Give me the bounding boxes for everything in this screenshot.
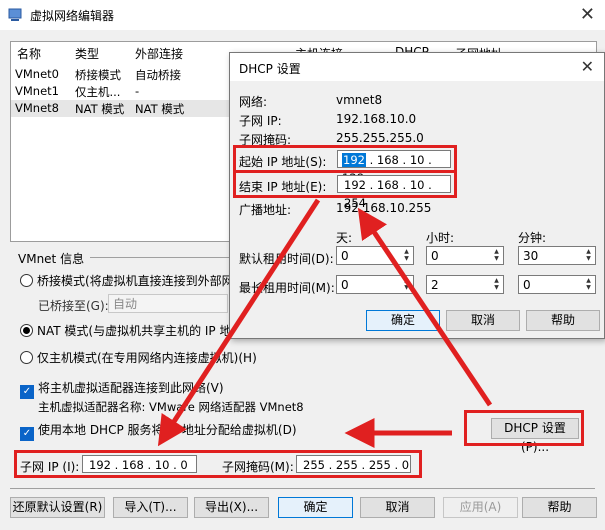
import-button[interactable]: 导入(T)... [113,497,188,518]
column-header-type[interactable]: 类型 [75,45,99,62]
use-dhcp-label: 使用本地 DHCP 服务将 IP 地址分配给虚拟机(D) [38,423,297,437]
column-header-external[interactable]: 外部连接 [135,45,183,62]
column-header-name[interactable]: 名称 [17,45,41,62]
dhcp-subnet-ip-label: 子网 IP: [239,114,282,128]
spinner-value: 0 [341,249,349,263]
highlight-box-subnet [14,450,422,478]
connect-adapter-label: 将主机虚拟适配器连接到此网络(V) [38,381,224,395]
dhcp-settings-dialog: DHCP 设置 ✕ 网络: vmnet8 子网 IP: 192.168.10.0… [229,52,605,339]
row-type: NAT 模式 [75,102,125,116]
spinner-value: 0 [523,278,531,292]
spinner-value: 2 [431,278,439,292]
highlight-box-end-ip [233,170,457,198]
host-only-radio[interactable]: 仅主机模式(在专用网络内连接虚拟机)(H) [20,349,257,366]
max-lease-hours-spinner[interactable]: 2 ▲ ▼ [426,275,504,294]
title-bar: 虚拟网络编辑器 ✕ [0,0,605,30]
max-lease-days-spinner[interactable]: 0 ▲ ▼ [336,275,414,294]
max-lease-label: 最长租用时间(M): [239,281,335,295]
checkmark-icon: ✓ [20,427,34,441]
spinner-arrows-icon[interactable]: ▲ ▼ [401,248,412,263]
default-lease-label: 默认租用时间(D): [239,252,334,266]
adapter-name-label: 主机虚拟适配器名称: VMware 网络适配器 VMnet8 [38,400,304,414]
row-name: VMnet1 [15,84,59,98]
row-external: 自动桥接 [135,68,181,82]
network-value: vmnet8 [336,93,383,107]
radio-selected-icon [20,324,33,337]
checkmark-icon: ✓ [20,385,34,399]
restore-defaults-button[interactable]: 还原默认设置(R) [10,497,105,518]
apply-button: 应用(A) [443,497,518,518]
spinner-arrows-icon[interactable]: ▲ ▼ [583,277,594,292]
highlight-box-start-ip [233,145,457,173]
default-lease-hours-spinner[interactable]: 0 ▲ ▼ [426,246,504,265]
dialog-title: DHCP 设置 [239,62,301,76]
spinner-arrows-icon[interactable]: ▲ ▼ [491,277,502,292]
window-title: 虚拟网络编辑器 [30,9,115,23]
nat-mode-radio[interactable]: NAT 模式(与虚拟机共享主机的 IP 地址 [20,322,244,339]
dhcp-cancel-button[interactable]: 取消 [446,310,520,331]
dhcp-subnet-ip-value: 192.168.10.0 [336,112,417,126]
default-lease-days-spinner[interactable]: 0 ▲ ▼ [336,246,414,265]
host-only-label: 仅主机模式(在专用网络内连接虚拟机)(H) [37,351,257,365]
dhcp-subnet-mask-value: 255.255.255.0 [336,131,424,145]
radio-icon [20,274,33,287]
row-type: 仅主机... [75,85,121,99]
spinner-value: 0 [431,249,439,263]
dhcp-help-button[interactable]: 帮助 [526,310,600,331]
dialog-title-bar: DHCP 设置 ✕ [230,53,604,81]
radio-icon [20,351,33,364]
days-label: 天: [336,231,353,245]
spinner-value: 30 [523,249,539,263]
bridged-to-label: 已桥接至(G): [38,299,109,313]
broadcast-value: 192.168.10.255 [336,201,432,215]
row-type: 桥接模式 [75,68,121,82]
help-button[interactable]: 帮助 [522,497,597,518]
spinner-arrows-icon[interactable]: ▲ ▼ [491,248,502,263]
broadcast-label: 广播地址: [239,203,292,217]
spinner-arrows-icon[interactable]: ▲ ▼ [401,277,412,292]
default-lease-minutes-spinner[interactable]: 30 ▲ ▼ [518,246,596,265]
close-icon[interactable]: ✕ [581,57,594,76]
ok-button[interactable]: 确定 [278,497,353,518]
minutes-label: 分钟: [518,231,547,245]
connect-adapter-checkbox[interactable]: ✓ 将主机虚拟适配器连接到此网络(V) [20,379,224,399]
network-label: 网络: [239,95,268,109]
network-app-icon [8,8,22,21]
bottom-divider [10,488,595,489]
nat-mode-label: NAT 模式(与虚拟机共享主机的 IP 地址 [37,324,244,338]
export-button[interactable]: 导出(X)... [194,497,269,518]
spinner-arrows-icon[interactable]: ▲ ▼ [583,248,594,263]
bridged-mode-label: 桥接模式(将虚拟机直接连接到外部网 [37,274,234,288]
max-lease-minutes-spinner[interactable]: 0 ▲ ▼ [518,275,596,294]
dhcp-ok-button[interactable]: 确定 [366,310,440,331]
use-dhcp-checkbox[interactable]: ✓ 使用本地 DHCP 服务将 IP 地址分配给虚拟机(D) [20,421,297,441]
row-name: VMnet8 [15,101,59,115]
hours-label: 小时: [426,231,455,245]
cancel-button[interactable]: 取消 [360,497,435,518]
bridged-mode-radio[interactable]: 桥接模式(将虚拟机直接连接到外部网 [20,272,234,289]
vmnet-info-group-label: VMnet 信息 [18,252,85,266]
bridged-to-value: 自动 [113,297,138,311]
row-external: - [135,84,140,98]
row-name: VMnet0 [15,67,59,81]
spinner-value: 0 [341,278,349,292]
highlight-box-dhcp-button [464,410,584,446]
close-icon[interactable]: ✕ [580,4,595,25]
bridged-to-select: 自动 [108,294,228,313]
row-external: NAT 模式 [135,102,185,116]
